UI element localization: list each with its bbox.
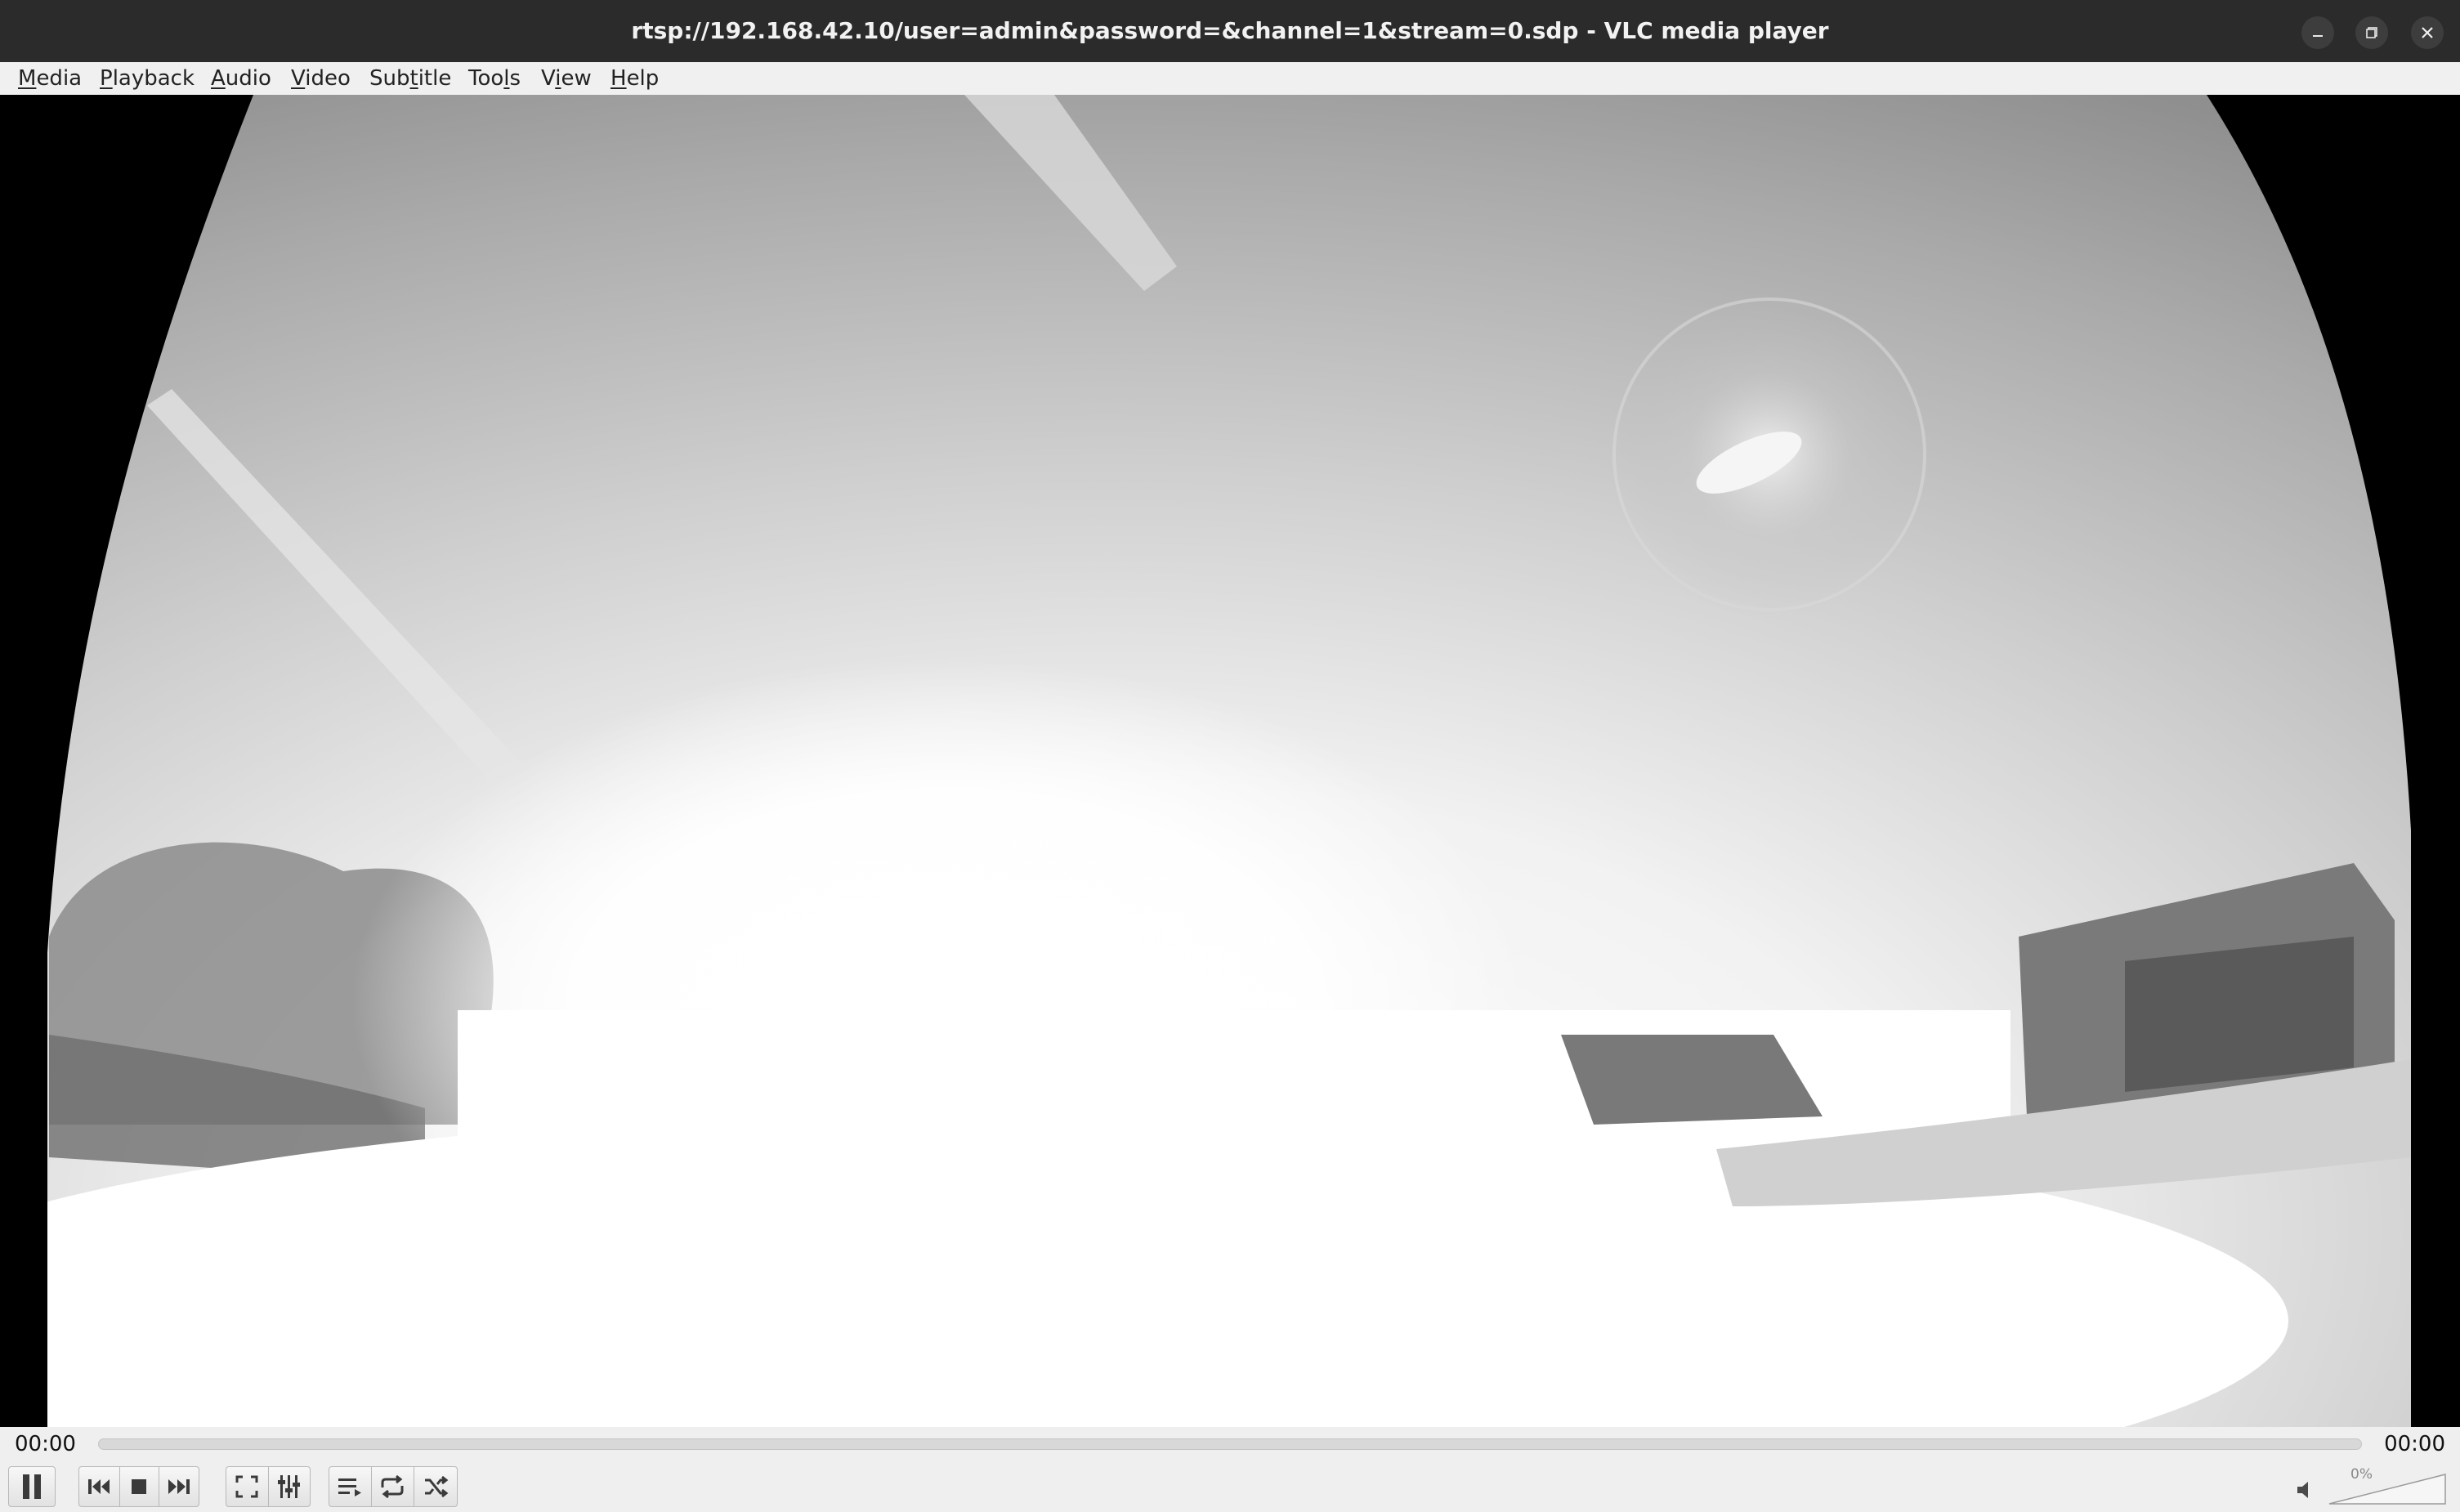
volume-slider[interactable] bbox=[2326, 1470, 2449, 1507]
camera-frame bbox=[0, 95, 2460, 1427]
mute-button[interactable] bbox=[2293, 1478, 2318, 1502]
previous-icon bbox=[87, 1477, 111, 1496]
minimize-button[interactable] bbox=[2301, 16, 2334, 49]
equalizer-icon bbox=[277, 1474, 302, 1500]
stop-button[interactable] bbox=[119, 1466, 159, 1507]
window-title: rtsp://192.168.42.10/user=admin&password… bbox=[631, 17, 1829, 44]
minimize-icon bbox=[2310, 25, 2325, 40]
stop-icon bbox=[130, 1478, 148, 1496]
next-button[interactable] bbox=[159, 1466, 199, 1507]
random-button[interactable] bbox=[414, 1466, 458, 1507]
elapsed-time[interactable]: 00:00 bbox=[15, 1427, 76, 1461]
close-button[interactable] bbox=[2411, 16, 2444, 49]
pause-button[interactable] bbox=[8, 1466, 56, 1507]
title-bar[interactable]: rtsp://192.168.42.10/user=admin&password… bbox=[0, 0, 2460, 62]
seek-row: 00:00 00:00 bbox=[0, 1427, 2460, 1461]
pause-icon bbox=[20, 1473, 44, 1501]
next-icon bbox=[167, 1477, 191, 1496]
playlist-button[interactable] bbox=[329, 1466, 371, 1507]
video-output[interactable] bbox=[0, 95, 2460, 1427]
loop-icon bbox=[378, 1474, 406, 1499]
total-time[interactable]: 00:00 bbox=[2384, 1427, 2445, 1461]
extended-settings-button[interactable] bbox=[268, 1466, 311, 1507]
menu-media[interactable]: Media bbox=[18, 62, 82, 95]
previous-button[interactable] bbox=[78, 1466, 119, 1507]
loop-button[interactable] bbox=[371, 1466, 414, 1507]
speaker-icon bbox=[2293, 1482, 2318, 1505]
close-icon bbox=[2420, 25, 2435, 40]
menu-playback[interactable]: Playback bbox=[100, 62, 195, 95]
maximize-button[interactable] bbox=[2355, 16, 2388, 49]
menu-subtitle[interactable]: Subtitle bbox=[369, 62, 451, 95]
playlist-icon bbox=[337, 1475, 363, 1498]
menu-bar: Media Playback Audio Video Subtitle Tool… bbox=[0, 62, 2460, 96]
control-bar: 0% bbox=[0, 1461, 2460, 1512]
vlc-window: rtsp://192.168.42.10/user=admin&password… bbox=[0, 0, 2460, 1512]
menu-tools[interactable]: Tools bbox=[468, 62, 521, 95]
menu-video[interactable]: Video bbox=[291, 62, 351, 95]
volume-percent: 0% bbox=[2350, 1466, 2373, 1483]
fullscreen-icon bbox=[235, 1474, 259, 1499]
shuffle-icon bbox=[423, 1474, 449, 1499]
menu-help[interactable]: Help bbox=[611, 62, 659, 95]
fullscreen-button[interactable] bbox=[226, 1466, 268, 1507]
restore-icon bbox=[2364, 25, 2379, 40]
menu-view[interactable]: View bbox=[541, 62, 592, 95]
menu-audio[interactable]: Audio bbox=[211, 62, 271, 95]
seek-slider[interactable] bbox=[98, 1438, 2362, 1450]
